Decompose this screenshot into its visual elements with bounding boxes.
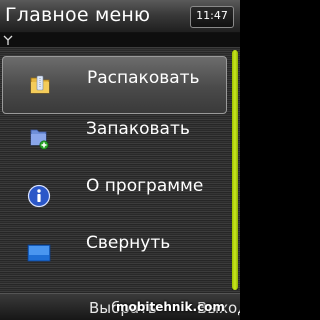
clock-time: 11:47	[196, 9, 228, 22]
menu-item-label: О программе	[86, 176, 204, 196]
scroll-thumb[interactable]	[232, 50, 238, 290]
scrollbar[interactable]	[232, 50, 238, 290]
menu-item-label: Свернуть	[86, 233, 171, 253]
menu-item-pack[interactable]: Запаковать	[0, 115, 228, 171]
screen: Главное меню 11:47 Распаковать Запаковат…	[0, 0, 240, 320]
page-title: Главное меню	[5, 4, 151, 26]
antenna-icon	[3, 35, 13, 45]
menu-item-label: Запаковать	[86, 119, 190, 139]
clock: 11:47	[190, 6, 234, 28]
menu-item-unpack[interactable]: Распаковать	[2, 56, 227, 114]
minimize-window-icon	[27, 244, 51, 262]
watermark: mobitehnik.com	[116, 300, 225, 314]
folder-add-icon	[30, 129, 49, 150]
status-row	[0, 33, 240, 47]
menu-item-about[interactable]: О программе	[0, 172, 228, 228]
menu-item-label: Распаковать	[87, 68, 200, 88]
main-menu: Распаковать Запаковать О программе Сверн…	[0, 50, 232, 290]
menu-item-minimize[interactable]: Свернуть	[0, 229, 228, 285]
info-icon	[27, 184, 51, 208]
title-bar: Главное меню 11:47	[0, 0, 240, 33]
folder-archive-icon	[30, 75, 50, 94]
